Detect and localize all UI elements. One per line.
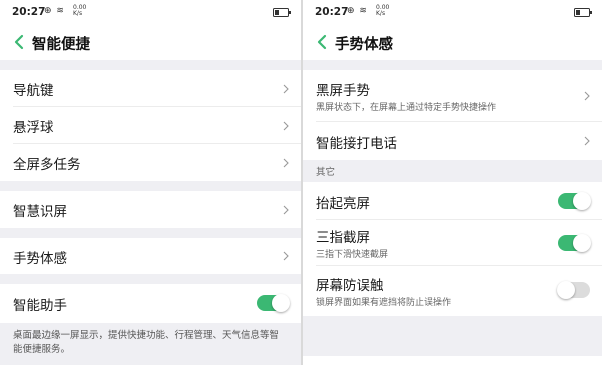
chevron-right-icon [283, 121, 289, 131]
chevron-right-icon [283, 84, 289, 94]
setting-label: 屏幕防误触 [316, 278, 384, 294]
raise-to-wake-toggle[interactable] [558, 192, 591, 210]
setting-subtitle: 锁屏界面如果有遮挡将防止误操作 [316, 298, 452, 308]
chevron-right-icon [283, 205, 289, 215]
menu-item-gestures-motions[interactable]: 手势体感 [0, 238, 301, 274]
menu-item-floating-ball[interactable]: 悬浮球 [0, 107, 301, 144]
chevron-right-icon [283, 251, 289, 261]
status-bar: 20:27 ⊕ ≋ 0.00 K/s [303, 0, 602, 24]
menu-item-smart-screen-recognition[interactable]: 智慧识屏 [0, 191, 301, 228]
accidental-touch-toggle[interactable] [557, 281, 590, 299]
back-arrow-icon[interactable] [12, 34, 26, 50]
menu-item-fullscreen-multitask[interactable]: 全屏多任务 [0, 144, 301, 181]
smart-assistant-toggle[interactable] [257, 294, 290, 312]
nav-bar: 手势体感 [303, 24, 602, 60]
network-speed: 0.00 K/s [376, 4, 390, 17]
menu-item-label: 手势体感 [13, 251, 67, 267]
menu-item-label: 智能助手 [13, 298, 67, 314]
smart-assistant-description: 桌面最边缘一屏显示，提供快捷功能、行程管理、天气信息等智能便捷服务。 [0, 323, 301, 365]
status-bar: 20:27 ⊕ ≋ 0.00 K/s [0, 0, 301, 24]
setting-three-finger-screenshot[interactable]: 三指截屏 三指下滑快速截屏 [303, 220, 602, 266]
notification-icons: ⊕ ≋ [347, 6, 368, 16]
menu-item-label: 黑屏手势 [316, 83, 370, 99]
network-speed: 0.00 K/s [73, 4, 87, 17]
menu-item-navigation-keys[interactable]: 导航键 [0, 70, 301, 107]
page-title: 智能便捷 [32, 37, 90, 53]
chevron-right-icon [584, 136, 590, 146]
menu-item-smart-assistant[interactable]: 智能助手 [0, 284, 301, 323]
setting-label: 抬起亮屏 [316, 196, 370, 212]
menu-item-label: 导航键 [13, 83, 54, 99]
setting-accidental-touch-prevention[interactable]: 屏幕防误触 锁屏界面如果有遮挡将防止误操作 [303, 266, 602, 316]
setting-raise-to-wake[interactable]: 抬起亮屏 [303, 182, 602, 220]
three-finger-screenshot-toggle[interactable] [558, 234, 591, 252]
back-arrow-icon[interactable] [315, 34, 329, 50]
menu-item-subtitle: 黑屏状态下，在屏幕上通过特定手势快捷操作 [316, 103, 497, 113]
right-screen: 20:27 ⊕ ≋ 0.00 K/s 手势体感 黑屏手势 黑屏状态下，在屏幕上通过… [303, 0, 602, 365]
battery-icon [273, 8, 291, 17]
menu-item-screen-off-gestures[interactable]: 黑屏手势 黑屏状态下，在屏幕上通过特定手势快捷操作 [303, 70, 602, 122]
page-title: 手势体感 [335, 37, 393, 53]
setting-subtitle: 三指下滑快速截屏 [316, 250, 389, 260]
menu-item-label: 智能接打电话 [316, 136, 397, 152]
status-time: 20:27 [315, 6, 349, 18]
menu-item-label: 智慧识屏 [13, 204, 67, 220]
battery-icon [574, 8, 592, 17]
menu-item-label: 悬浮球 [13, 120, 54, 136]
menu-item-smart-call[interactable]: 智能接打电话 [303, 122, 602, 160]
chevron-right-icon [584, 91, 590, 101]
chevron-right-icon [283, 158, 289, 168]
notification-icons: ⊕ ≋ [44, 6, 65, 16]
left-screen: 20:27 ⊕ ≋ 0.00 K/s 智能便捷 导航键 悬浮球 全屏多任务 智慧识… [0, 0, 301, 365]
setting-label: 三指截屏 [316, 230, 370, 246]
menu-item-label: 全屏多任务 [13, 157, 81, 173]
section-header-other: 其它 [303, 160, 602, 182]
nav-bar: 智能便捷 [0, 24, 301, 60]
status-time: 20:27 [12, 6, 46, 18]
